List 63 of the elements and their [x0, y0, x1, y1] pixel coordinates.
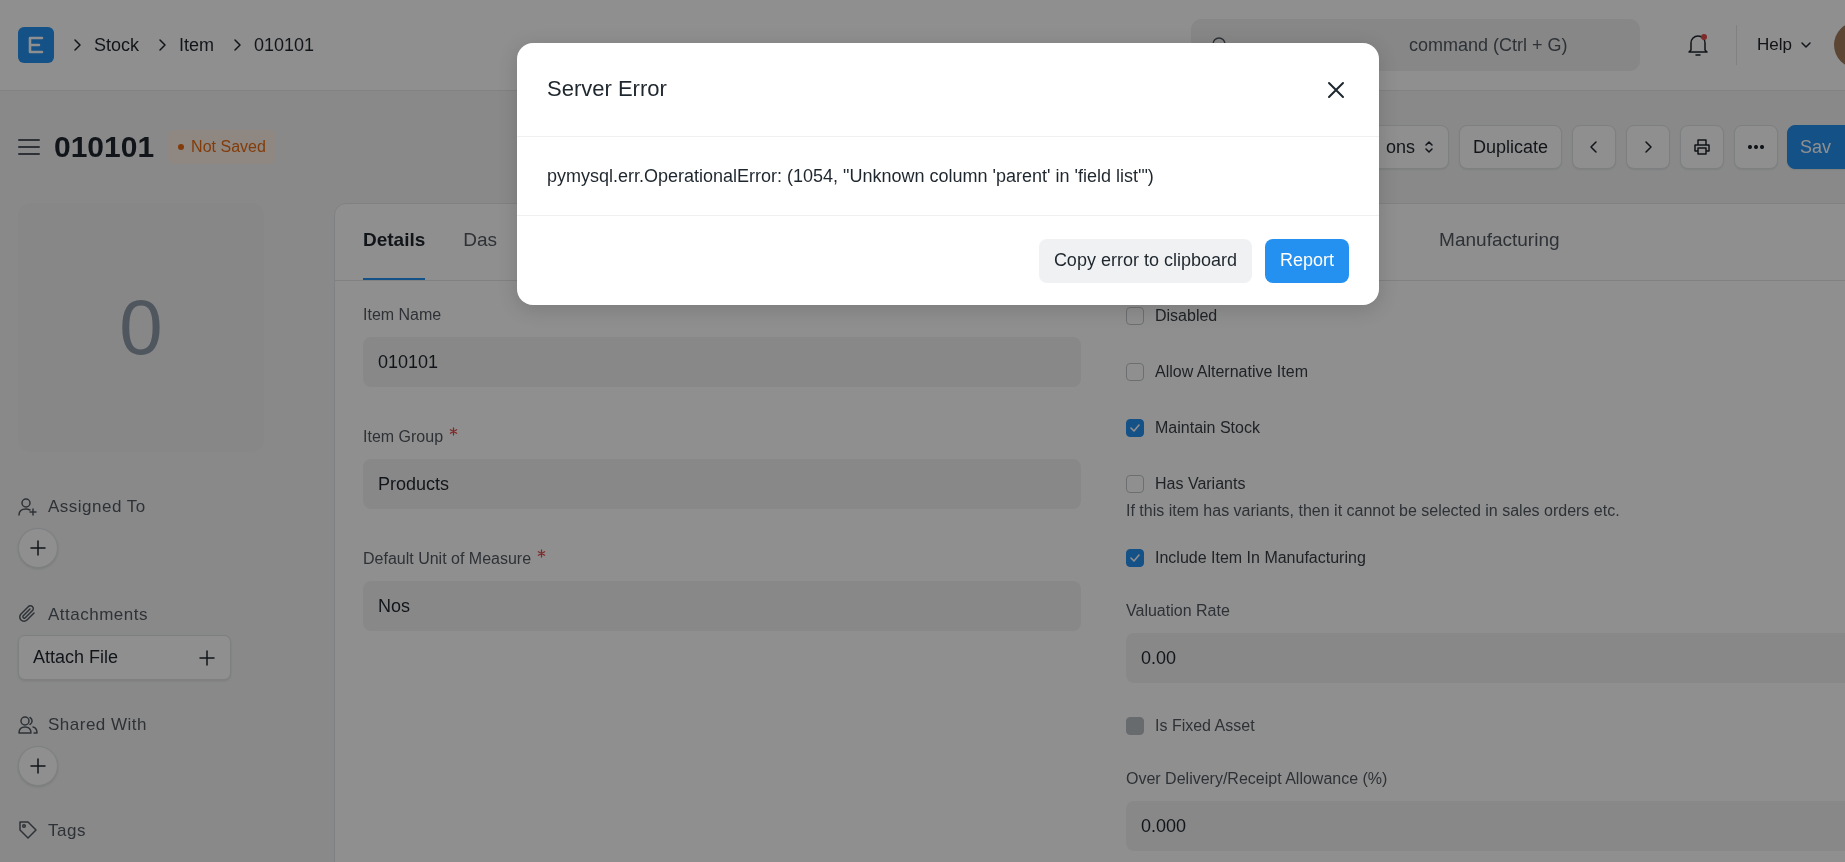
- checkbox-label: Is Fixed Asset: [1155, 716, 1255, 736]
- placeholder-initial: 0: [119, 282, 163, 373]
- input-field[interactable]: 0.000: [1126, 801, 1845, 851]
- logo-icon[interactable]: [18, 27, 54, 63]
- print-button[interactable]: [1679, 125, 1724, 169]
- caret-icon: [1800, 39, 1812, 51]
- close-icon: [1327, 81, 1345, 100]
- checkbox[interactable]: [1126, 419, 1144, 437]
- copy-button[interactable]: Copy error to clipboard: [1038, 238, 1252, 283]
- dots-icon: [1747, 145, 1764, 149]
- checkbox[interactable]: [1126, 549, 1144, 567]
- menu-icon[interactable]: [18, 138, 40, 156]
- field-label: Item Name: [363, 305, 442, 325]
- section-title: Tags: [48, 819, 86, 842]
- dialog-title: Server Error: [547, 76, 667, 103]
- status-label: Not Saved: [191, 137, 266, 157]
- breadcrumb-link[interactable]: Item: [179, 31, 215, 59]
- tab[interactable]: Details: [363, 203, 426, 280]
- tab[interactable]: Manufacturing: [1439, 203, 1560, 280]
- share-button[interactable]: [18, 745, 58, 786]
- page-title: 010101: [54, 129, 155, 165]
- input-field[interactable]: Nos: [363, 581, 1081, 631]
- section-title: Shared With: [48, 714, 148, 736]
- more-button[interactable]: [1733, 125, 1778, 169]
- field-label: Default Unit of Measure: [363, 549, 532, 569]
- duplicate-button[interactable]: Duplicate: [1458, 125, 1562, 169]
- sort-caret-icon: [1422, 139, 1435, 155]
- tab[interactable]: Das: [463, 203, 498, 280]
- checkbox-label: Maintain Stock: [1155, 418, 1260, 438]
- plus-icon: [29, 538, 47, 557]
- error-message: pymysql.err.OperationalError: (1054, "Unknown column 'parent' in 'field list'"): [547, 164, 1154, 188]
- check-icon: [1130, 554, 1140, 562]
- report-button[interactable]: Report: [1264, 238, 1349, 283]
- section-title: Assigned To: [48, 496, 146, 518]
- assign-button[interactable]: [18, 527, 58, 568]
- help-menu[interactable]: Help: [1757, 32, 1812, 58]
- input-field[interactable]: 0.00: [1126, 633, 1845, 683]
- tag-icon: [18, 820, 38, 841]
- user-plus-icon: [18, 496, 38, 517]
- printer-icon: [1692, 138, 1711, 156]
- checkbox-label: Allow Alternative Item: [1155, 362, 1308, 382]
- checkbox[interactable]: [1126, 475, 1144, 493]
- checkbox[interactable]: [1126, 363, 1144, 381]
- checkbox-label: Has Variants: [1155, 474, 1246, 494]
- field-label: Valuation Rate: [1126, 601, 1230, 621]
- paperclip-icon: [18, 604, 38, 625]
- users-icon: [18, 714, 38, 735]
- field-description: If this item has variants, then it cannot be selected in sales orders etc.: [1126, 501, 1621, 521]
- input-field[interactable]: Products: [363, 459, 1081, 509]
- section-title: Attachments: [48, 603, 148, 626]
- plus-icon: [198, 648, 216, 667]
- notification-bell-icon[interactable]: [1686, 32, 1711, 58]
- breadcrumb-link[interactable]: 010101: [254, 31, 315, 59]
- breadcrumb-link[interactable]: Stock: [94, 31, 140, 59]
- checkbox[interactable]: [1126, 307, 1144, 325]
- plus-icon: [29, 756, 47, 775]
- field-label: Over Delivery/Receipt Allowance (%): [1126, 769, 1388, 789]
- checkbox-label: Disabled: [1155, 306, 1218, 326]
- attach-file-button[interactable]: Attach File: [18, 635, 231, 680]
- input-field[interactable]: 010101: [363, 337, 1081, 387]
- field-label: Item Group: [363, 427, 444, 447]
- check-icon: [1130, 424, 1140, 432]
- checkbox-label: Include Item In Manufacturing: [1155, 548, 1366, 568]
